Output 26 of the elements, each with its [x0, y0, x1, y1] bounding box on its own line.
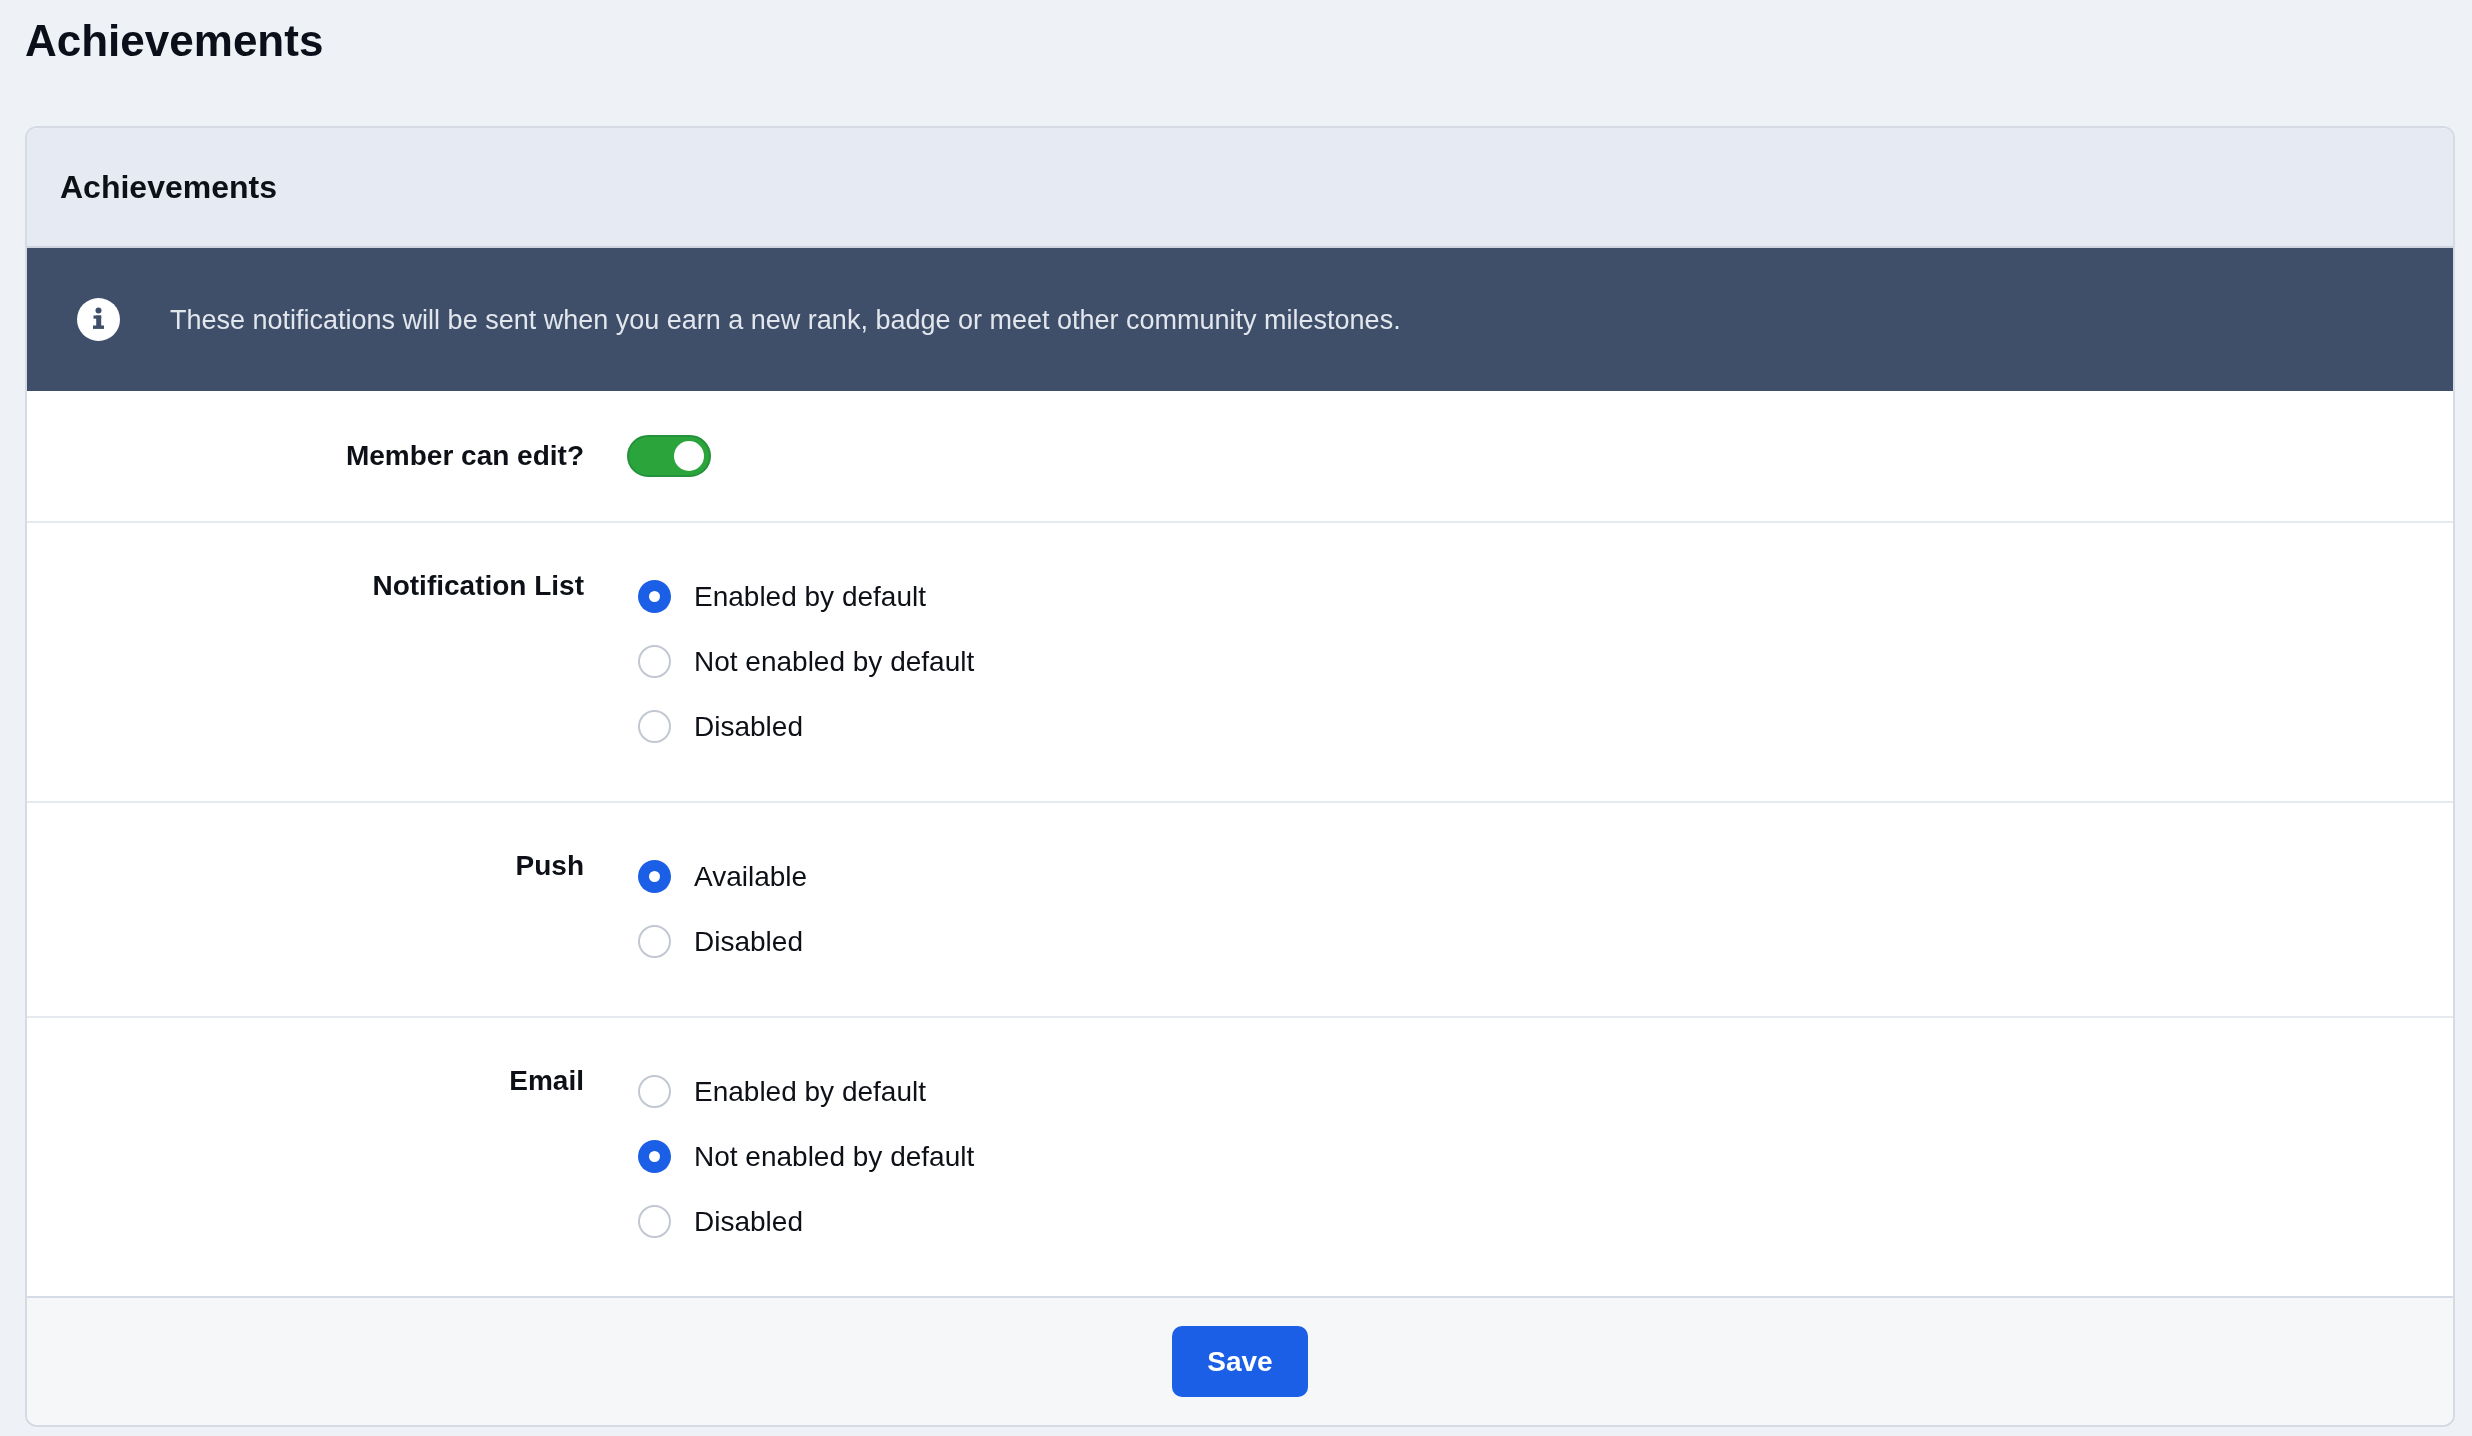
option-label[interactable]: Not enabled by default	[694, 1138, 975, 1175]
toggle-switch[interactable]	[627, 435, 711, 477]
card-title: Achievements	[60, 168, 277, 207]
setting-label: Email	[509, 1064, 584, 1098]
option-label[interactable]: Disabled	[694, 923, 803, 960]
radio-button[interactable]	[638, 1075, 671, 1108]
radio-button[interactable]	[638, 580, 671, 613]
radio-button[interactable]	[638, 645, 671, 678]
option-label[interactable]: Disabled	[694, 708, 803, 745]
radio-button[interactable]	[638, 710, 671, 743]
radio-button[interactable]	[638, 1140, 671, 1173]
setting-label: Push	[515, 849, 584, 883]
option-label[interactable]: Not enabled by default	[694, 643, 975, 680]
option-label[interactable]: Disabled	[694, 1203, 803, 1240]
option-label[interactable]: Enabled by default	[694, 1073, 926, 1110]
page-title: Achievements	[25, 15, 324, 67]
info-text: These notifications will be sent when you earn a new rank, badge or meet other community milestones.	[170, 303, 1401, 337]
radio-button[interactable]	[638, 1205, 671, 1238]
radio-button[interactable]	[638, 925, 671, 958]
setting-label: Member can edit?	[345, 439, 584, 473]
setting-label: Notification List	[372, 569, 584, 603]
save-button[interactable]: Save	[1172, 1326, 1308, 1397]
option-label[interactable]: Available	[694, 858, 808, 895]
radio-button[interactable]	[638, 860, 671, 893]
info-icon	[77, 298, 120, 341]
option-label[interactable]: Enabled by default	[694, 578, 926, 615]
